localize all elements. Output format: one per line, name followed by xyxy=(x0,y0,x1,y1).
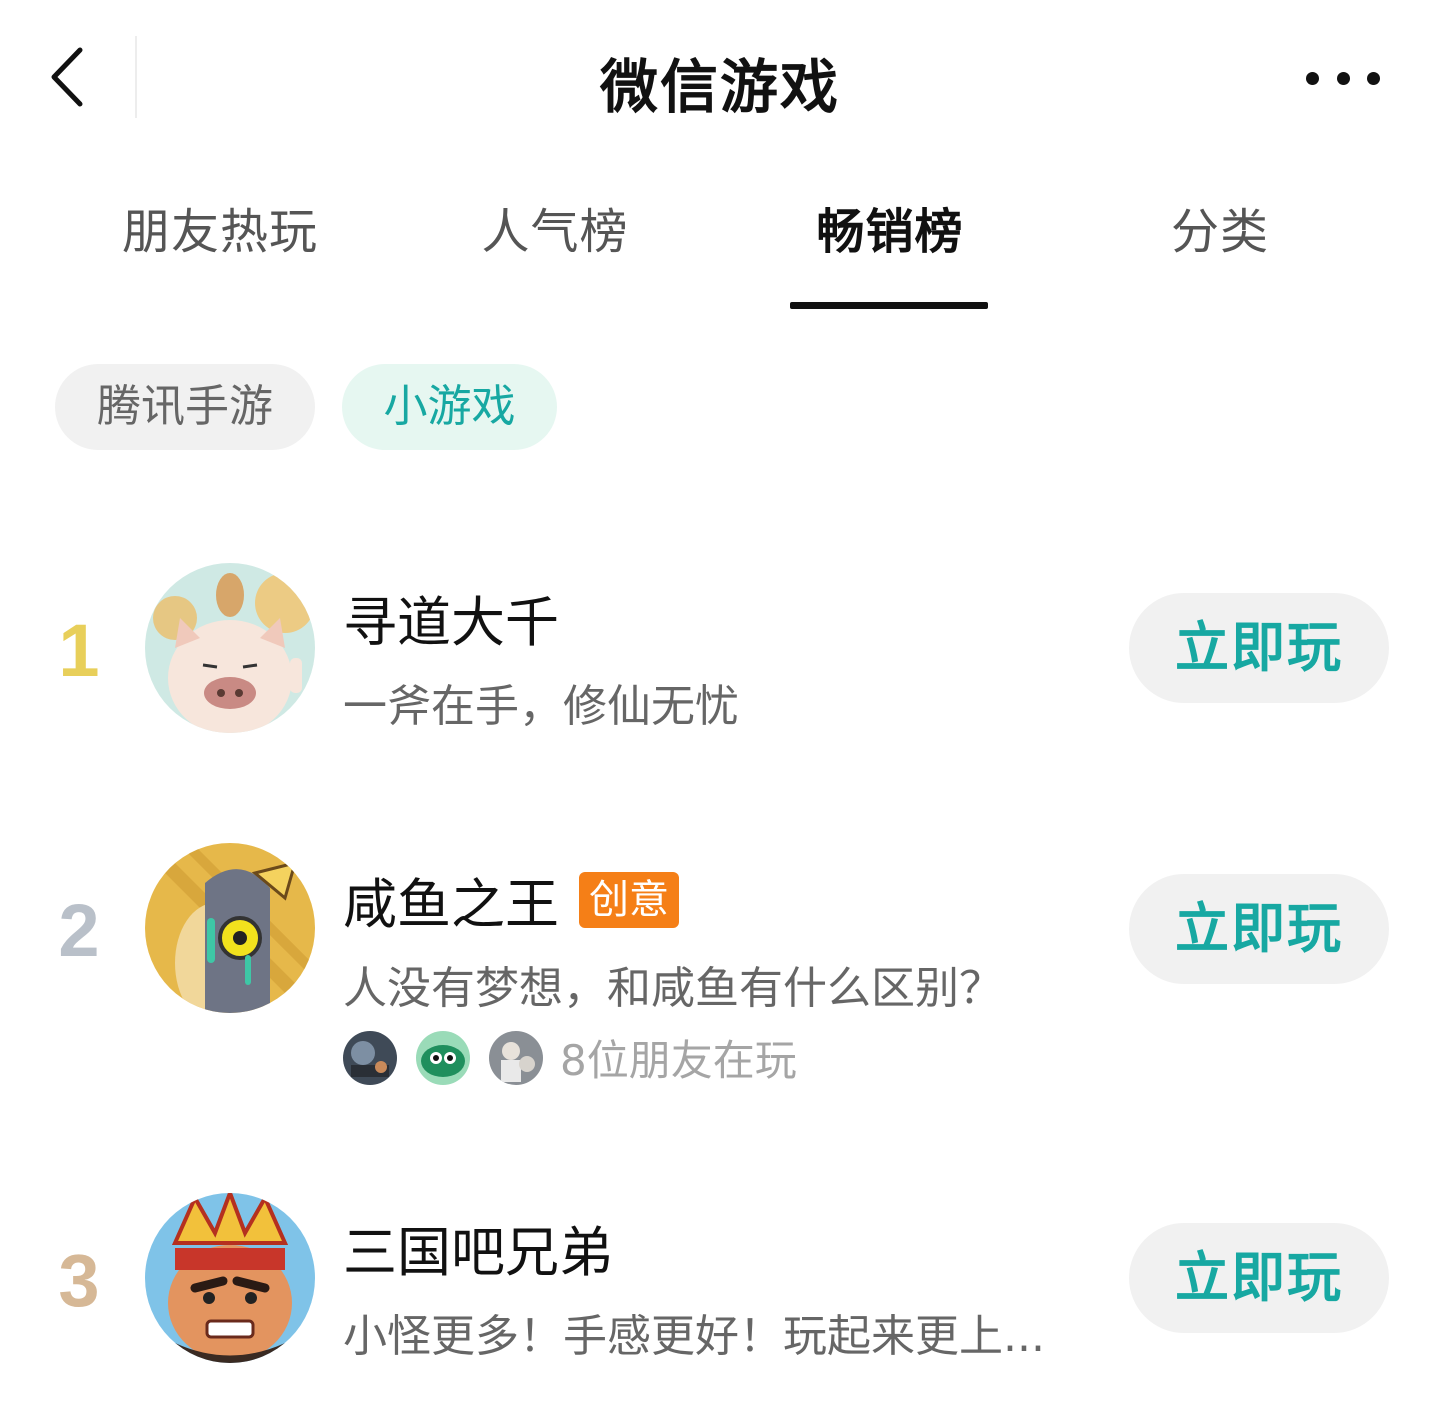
avatar-icon xyxy=(489,1030,543,1085)
ellipsis-icon xyxy=(1306,71,1319,85)
game-description: 一斧在手，修仙无忧 xyxy=(343,681,739,732)
tab-bar: 朋友热玩 人气榜 畅销榜 分类 xyxy=(55,192,1390,312)
play-now-button[interactable]: 立即玩 xyxy=(1129,1223,1389,1333)
game-row[interactable]: 1 寻道大千 一斧在手，修仙无忧 立即玩 xyxy=(0,560,1440,750)
game-icon[interactable] xyxy=(145,1193,315,1363)
game-name: 咸鱼之王 创意 xyxy=(343,860,679,939)
filter-mini-games[interactable]: 小游戏 xyxy=(342,364,557,450)
game-row[interactable]: 3 三国吧兄弟 小怪更多！手感更好！玩起来更上... 立即玩 xyxy=(0,1192,1440,1382)
active-tab-indicator xyxy=(790,302,988,309)
friends-playing[interactable]: 8位朋友在玩 xyxy=(343,1027,797,1088)
rank-number: 1 xyxy=(58,609,100,692)
game-name-text: 咸鱼之王 xyxy=(343,873,559,936)
rank-number: 2 xyxy=(58,889,100,972)
game-description: 小怪更多！手感更好！玩起来更上... xyxy=(343,1311,1045,1362)
more-button[interactable] xyxy=(1306,64,1380,92)
game-row[interactable]: 2 咸鱼之王 创意 人没有梦想，和咸鱼有什么区别？ 8位朋友在玩 立即玩 xyxy=(0,842,1440,1092)
game-description: 人没有梦想，和咸鱼有什么区别？ xyxy=(343,963,1003,1014)
ellipsis-icon xyxy=(1367,71,1380,85)
game-name-text: 三国吧兄弟 xyxy=(343,1221,613,1284)
friend-avatar xyxy=(343,1030,397,1085)
friend-avatar xyxy=(489,1030,543,1085)
page-title: 微信游戏 xyxy=(599,53,840,121)
friends-count-text: 8位朋友在玩 xyxy=(560,1036,797,1085)
friend-avatar xyxy=(416,1030,470,1085)
rank-number: 3 xyxy=(58,1239,100,1322)
tab-popular[interactable]: 人气榜 xyxy=(475,192,635,262)
salted-fish-king-icon xyxy=(145,843,315,1013)
pig-immortal-icon xyxy=(145,563,315,733)
game-icon[interactable] xyxy=(145,843,315,1013)
game-icon[interactable] xyxy=(145,563,315,733)
game-name: 三国吧兄弟 xyxy=(343,1208,613,1287)
tab-friends-hot[interactable]: 朋友热玩 xyxy=(115,192,325,262)
ellipsis-icon xyxy=(1336,71,1350,85)
play-now-button[interactable]: 立即玩 xyxy=(1129,874,1389,984)
creative-badge: 创意 xyxy=(579,871,679,928)
game-name: 寻道大千 xyxy=(343,578,559,657)
tab-bestseller[interactable]: 畅销榜 xyxy=(810,192,970,262)
three-kingdoms-warrior-icon xyxy=(145,1193,315,1363)
tab-category[interactable]: 分类 xyxy=(1165,192,1275,262)
avatar-icon xyxy=(343,1030,397,1085)
filter-tencent-mobile-games[interactable]: 腾讯手游 xyxy=(55,364,315,450)
game-name-text: 寻道大千 xyxy=(343,591,559,654)
play-now-button[interactable]: 立即玩 xyxy=(1129,593,1389,703)
wechat-games-page: 微信游戏 朋友热玩 人气榜 畅销榜 分类 腾讯手游 小游戏 1 寻道大千 一斧在… xyxy=(0,0,1440,1426)
avatar-icon xyxy=(416,1030,470,1085)
